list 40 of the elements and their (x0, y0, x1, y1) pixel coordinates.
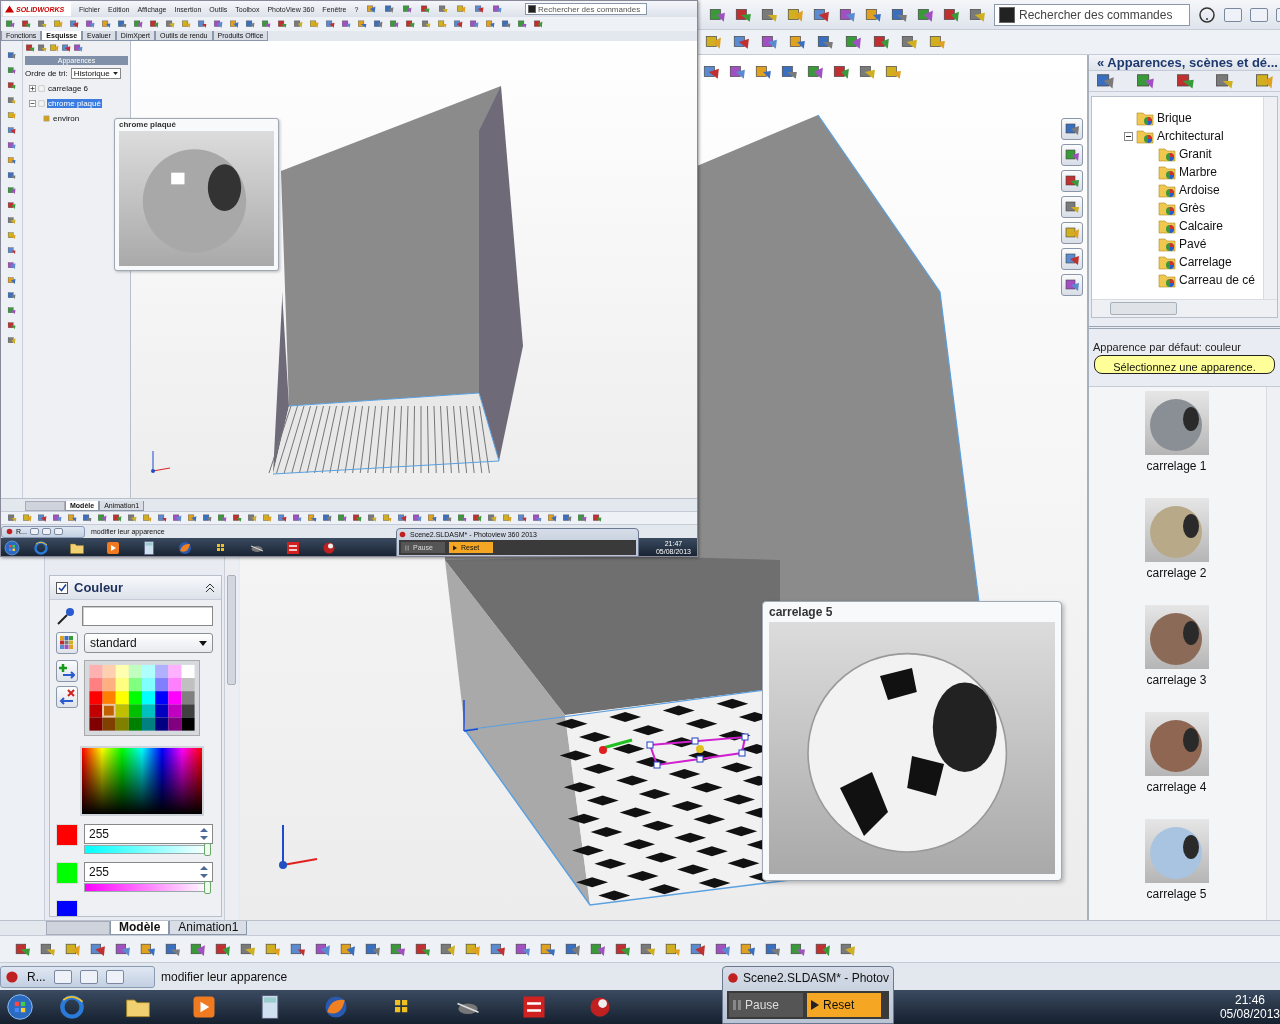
value-spinner[interactable]: 255 (84, 862, 213, 882)
tree-item-label[interactable]: Grès (1179, 201, 1205, 215)
tree-item-label[interactable]: Architectural (1157, 129, 1224, 143)
model-tab[interactable]: Animation1 (169, 921, 248, 935)
thumbnail-label[interactable]: carrelage 2 (1146, 566, 1207, 580)
group-title: Couleur (74, 580, 125, 595)
thumbnail-label[interactable]: carrelage 3 (1146, 673, 1207, 687)
tree-item-label[interactable]: Pavé (1179, 237, 1207, 251)
tree-item-label[interactable]: Brique (1157, 111, 1192, 125)
thumbnail-label[interactable]: carrelage 1 (1146, 459, 1207, 473)
pane-title: « Apparences, scènes et dé... (1097, 55, 1278, 70)
tree-item-label[interactable]: Ardoise (1179, 183, 1220, 197)
tree-item-label[interactable]: Carrelage (1179, 255, 1232, 269)
status-message: modifier leur apparence (161, 969, 288, 984)
palette-dropdown[interactable]: standard (84, 633, 213, 653)
tree-item-label[interactable]: Granit (1179, 147, 1212, 161)
player-button[interactable]: Reset (807, 993, 881, 1017)
window-title: Scene2.SLDASM* - Photov (742, 971, 889, 985)
tree-item-label[interactable]: environ (52, 113, 81, 123)
search-field[interactable]: Rechercher des commandes (994, 3, 1190, 26)
model-tab[interactable]: Modèle (110, 921, 170, 935)
search-field[interactable]: Rechercher des commandes (525, 3, 647, 15)
sort-label: Ordre de tri: (25, 69, 68, 78)
sort-dropdown[interactable]: Historique (70, 68, 121, 79)
hint-message: Sélectionnez une apparence. (1094, 355, 1275, 374)
tree-item-label[interactable]: Marbre (1179, 165, 1217, 179)
minimized-window[interactable]: R... (0, 965, 155, 988)
tooltip-title: chrome plaqué (119, 120, 177, 131)
player-button[interactable]: Pause (729, 993, 803, 1017)
tooltip-title: carrelage 5 (769, 604, 834, 621)
tree-item-label[interactable]: chrome plaqué (47, 98, 102, 108)
value-spinner[interactable]: 255 (84, 824, 213, 844)
window-label: R... (27, 969, 46, 984)
clock-time: 21:46 (1234, 992, 1265, 1007)
tree-item-label[interactable]: carrelage 6 (47, 83, 90, 93)
tree-item-label[interactable]: Carreau de cé (1179, 273, 1256, 287)
thumbnail-label[interactable]: carrelage 4 (1146, 780, 1207, 794)
thumbnail-label[interactable]: carrelage 5 (1146, 887, 1207, 901)
clock-date: 05/08/2013 (1219, 1007, 1280, 1022)
tree-item-label[interactable]: Calcaire (1179, 219, 1223, 233)
